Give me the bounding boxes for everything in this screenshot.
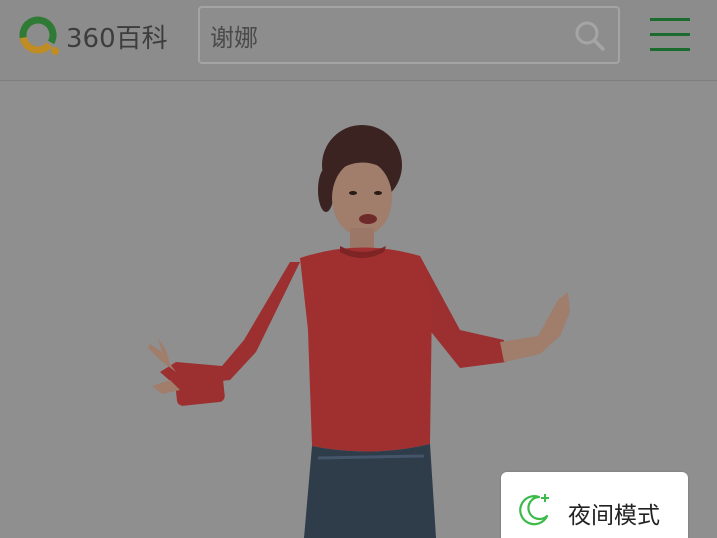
hamburger-menu-icon[interactable] — [650, 18, 690, 54]
moon-icon — [515, 490, 553, 528]
menu-line — [650, 48, 690, 51]
search-icon[interactable] — [574, 20, 606, 52]
top-header: 360百科 — [0, 0, 717, 81]
menu-line — [650, 33, 690, 36]
logo-ring-icon — [18, 15, 60, 57]
search-box[interactable] — [198, 6, 620, 64]
page: 360百科 谢娜 夜间模式 — [0, 0, 717, 538]
night-mode-label: 夜间模式 — [568, 503, 660, 529]
logo-text: 360百科 — [66, 23, 168, 54]
search-input[interactable] — [210, 8, 560, 62]
night-mode-button[interactable]: 夜间模式 — [501, 472, 688, 538]
menu-line — [650, 18, 690, 21]
site-logo[interactable]: 360百科 — [18, 14, 168, 58]
woman-photo — [148, 125, 570, 538]
hero-image — [0, 81, 717, 538]
